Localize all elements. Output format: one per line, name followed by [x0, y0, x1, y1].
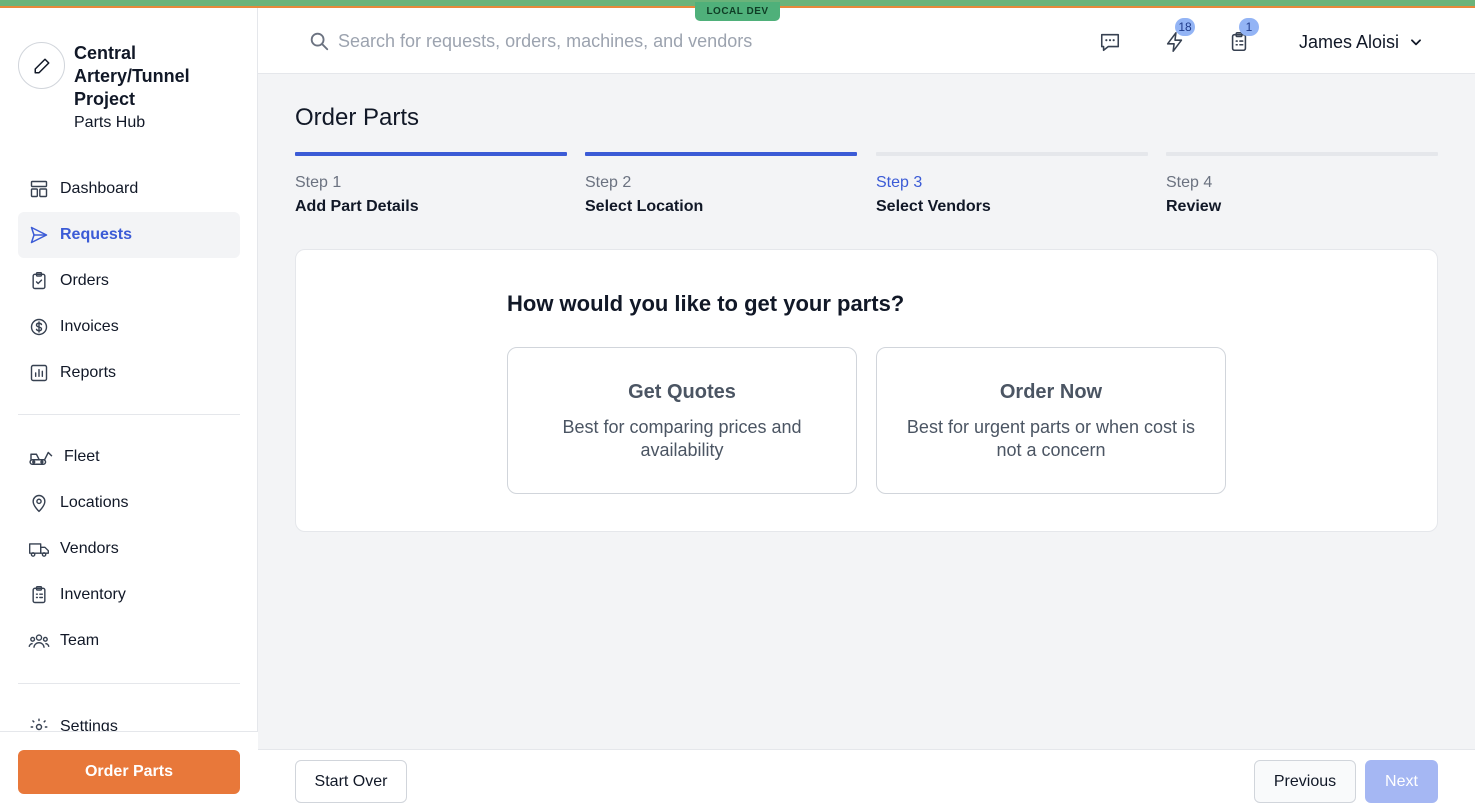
step-name: Add Part Details: [295, 198, 419, 215]
search-icon: [308, 30, 330, 52]
app-name: Parts Hub: [74, 114, 146, 131]
step-2: Step 2 Select Location: [585, 152, 857, 216]
sidebar-divider: [18, 414, 240, 415]
clipboard-list-icon: [28, 584, 50, 606]
send-icon: [28, 224, 50, 246]
gear-icon: [28, 716, 50, 732]
sidebar-item-dashboard[interactable]: Dashboard: [18, 166, 240, 212]
pencil-icon[interactable]: [18, 42, 65, 89]
sidebar-item-vendors[interactable]: Vendors: [18, 526, 240, 572]
step-progress-bar: [876, 152, 1148, 156]
step-progress-bar: [295, 152, 567, 156]
sidebar-item-orders[interactable]: Orders: [18, 258, 240, 304]
search-input[interactable]: [338, 28, 938, 54]
sidebar-item-settings[interactable]: Settings: [18, 708, 240, 732]
wizard-footer: Start Over Previous Next: [258, 749, 1475, 812]
step-number: Step 3: [876, 174, 923, 191]
step-number: Step 2: [585, 174, 632, 191]
primary-nav: Dashboard Requests Orders Invoices Repor…: [18, 166, 240, 396]
step-number: Step 4: [1166, 174, 1213, 191]
sidebar-item-reports[interactable]: Reports: [18, 350, 240, 396]
sidebar-item-team[interactable]: Team: [18, 618, 240, 664]
step-name: Review: [1166, 198, 1222, 215]
next-button[interactable]: Next: [1365, 760, 1438, 803]
step-number: Step 1: [295, 174, 342, 191]
get-quotes-option[interactable]: Get Quotes Best for comparing prices and…: [507, 347, 857, 494]
brand: Central Artery/Tunnel Project Parts Hub: [18, 42, 248, 142]
option-description: Best for urgent parts or when cost is no…: [906, 417, 1196, 460]
option-title: Get Quotes: [628, 381, 736, 403]
excavator-icon: [28, 446, 54, 468]
sidebar-divider: [18, 683, 240, 684]
sidebar-footer: Order Parts: [0, 731, 258, 812]
sidebar-item-locations[interactable]: Locations: [18, 480, 240, 526]
fulfillment-question: How would you like to get your parts?: [507, 291, 905, 316]
sidebar: Central Artery/Tunnel Project Parts Hub …: [0, 8, 258, 812]
sidebar-item-label: Locations: [60, 494, 129, 511]
sidebar-item-label: Team: [60, 632, 100, 649]
dashboard-icon: [28, 178, 50, 200]
tasks-badge: 1: [1239, 18, 1259, 36]
sidebar-item-label: Inventory: [60, 586, 126, 603]
secondary-nav: Fleet Locations Vendors Inventory Team: [18, 434, 240, 664]
step-name: Select Location: [585, 198, 704, 215]
notifications-badge: 18: [1175, 18, 1195, 36]
step-progress-bar: [1166, 152, 1438, 156]
project-name: Central Artery/Tunnel Project: [74, 43, 190, 109]
step-progress-bar: [585, 152, 857, 156]
step-name: Select Vendors: [876, 198, 991, 215]
order-parts-button[interactable]: Order Parts: [18, 750, 240, 794]
clipboard-check-icon: [28, 270, 50, 292]
page-title: Order Parts: [295, 104, 420, 131]
tasks-clipboard-icon[interactable]: 1: [1227, 18, 1259, 54]
sidebar-item-label: Settings: [60, 718, 118, 732]
option-description: Best for comparing prices and availabili…: [562, 417, 802, 460]
env-badge: LOCAL DEV: [695, 2, 780, 21]
sidebar-settings-wrapper: Settings: [18, 708, 240, 732]
sidebar-item-fleet[interactable]: Fleet: [18, 434, 240, 480]
sidebar-item-label: Fleet: [64, 448, 100, 465]
users-icon: [28, 630, 50, 652]
sidebar-item-label: Dashboard: [60, 180, 139, 197]
sidebar-item-label: Requests: [60, 226, 133, 243]
step-3: Step 3 Select Vendors: [876, 152, 1148, 216]
sidebar-item-inventory[interactable]: Inventory: [18, 572, 240, 618]
sidebar-item-label: Reports: [60, 364, 117, 381]
user-menu[interactable]: James Aloisi: [1299, 29, 1423, 55]
lightning-icon[interactable]: 18: [1163, 18, 1195, 54]
sidebar-item-label: Vendors: [60, 540, 119, 557]
top-header: 18 1 James Aloisi: [258, 8, 1475, 74]
bar-chart-icon: [28, 362, 50, 384]
step-1: Step 1 Add Part Details: [295, 152, 567, 216]
sidebar-item-invoices[interactable]: Invoices: [18, 304, 240, 350]
start-over-button[interactable]: Start Over: [295, 760, 407, 803]
step-4: Step 4 Review: [1166, 152, 1438, 216]
previous-button[interactable]: Previous: [1254, 760, 1356, 803]
user-name: James Aloisi: [1299, 31, 1400, 52]
chevron-down-icon: [1411, 39, 1422, 46]
sidebar-item-label: Orders: [60, 272, 109, 289]
sidebar-item-requests[interactable]: Requests: [18, 212, 240, 258]
chat-icon[interactable]: [1098, 30, 1122, 54]
option-title: Order Now: [999, 381, 1103, 403]
sidebar-item-label: Invoices: [60, 318, 119, 335]
map-pin-icon: [28, 492, 50, 514]
dollar-circle-icon: [28, 316, 50, 338]
order-now-option[interactable]: Order Now Best for urgent parts or when …: [876, 347, 1226, 494]
fulfillment-card: How would you like to get your parts? Ge…: [295, 249, 1438, 532]
truck-icon: [28, 538, 50, 560]
stepper: Step 1 Add Part Details Step 2 Select Lo…: [295, 152, 1438, 222]
